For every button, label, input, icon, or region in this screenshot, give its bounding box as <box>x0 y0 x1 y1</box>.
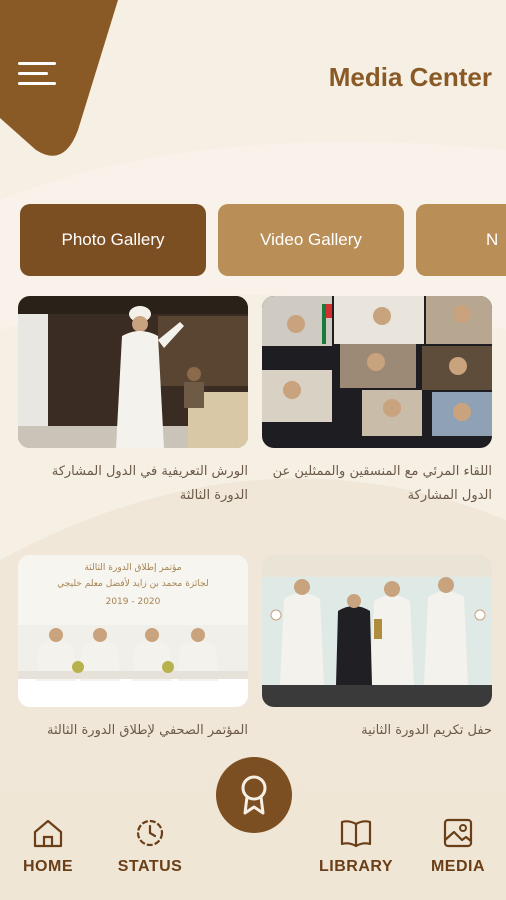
photo-workshop-speaker <box>18 296 248 448</box>
award-button[interactable] <box>216 757 292 833</box>
media-thumbnail[interactable] <box>262 296 492 448</box>
image-icon <box>443 818 473 848</box>
nav-label: MEDIA <box>430 858 486 875</box>
gallery-tabs: Photo Gallery Video Gallery N <box>20 204 506 276</box>
banner-line: لجائزة محمد بن زايد لأفضل معلم خليجي <box>57 579 209 589</box>
award-icon <box>241 775 267 815</box>
photo-press-conference <box>18 555 248 707</box>
book-icon <box>340 820 372 848</box>
media-card-press-conference[interactable]: مؤتمر إطلاق الدورة الثالثة لجائزة محمد ب… <box>18 555 248 743</box>
nav-label: STATUS <box>117 858 183 875</box>
menu-line-icon <box>18 62 56 65</box>
clock-icon <box>136 819 164 847</box>
media-thumbnail[interactable]: مؤتمر إطلاق الدورة الثالثة لجائزة محمد ب… <box>18 555 248 707</box>
tab-news[interactable]: N <box>416 204 506 276</box>
media-caption: الورش التعريفية في الدول المشاركة الدورة… <box>51 464 248 503</box>
home-icon <box>33 819 63 848</box>
tab-photo-gallery[interactable]: Photo Gallery <box>20 204 206 276</box>
nav-library[interactable]: LIBRARY <box>316 818 396 876</box>
photo-honoring-ceremony <box>262 555 492 707</box>
media-card-virtual-meeting[interactable]: اللقاء المرئي مع المنسقين والممثلين عن ا… <box>262 296 492 508</box>
media-caption: اللقاء المرئي مع المنسقين والممثلين عن ا… <box>272 464 492 503</box>
media-card-honoring-ceremony[interactable]: حفل تكريم الدورة الثانية <box>262 555 492 743</box>
banner-line: 2019 - 2020 <box>105 597 161 607</box>
nav-home[interactable]: HOME <box>8 818 88 876</box>
menu-line-icon <box>18 72 48 75</box>
media-caption: حفل تكريم الدورة الثانية <box>361 723 492 738</box>
media-card-workshops[interactable]: الورش التعريفية في الدول المشاركة الدورة… <box>18 296 248 508</box>
nav-media[interactable]: MEDIA <box>418 818 498 876</box>
tab-video-gallery[interactable]: Video Gallery <box>218 204 404 276</box>
menu-line-icon <box>18 82 56 85</box>
nav-label: LIBRARY <box>318 858 393 875</box>
media-thumbnail[interactable] <box>262 555 492 707</box>
nav-status[interactable]: STATUS <box>110 818 190 876</box>
nav-label: HOME <box>23 858 73 875</box>
hamburger-menu-button[interactable] <box>18 58 60 90</box>
photo-video-conference <box>262 296 492 448</box>
banner-line: مؤتمر إطلاق الدورة الثالثة <box>84 563 182 573</box>
media-caption: المؤتمر الصحفي لإطلاق الدورة الثالثة <box>47 723 248 738</box>
media-thumbnail[interactable] <box>18 296 248 448</box>
page-title: Media Center <box>328 62 492 92</box>
